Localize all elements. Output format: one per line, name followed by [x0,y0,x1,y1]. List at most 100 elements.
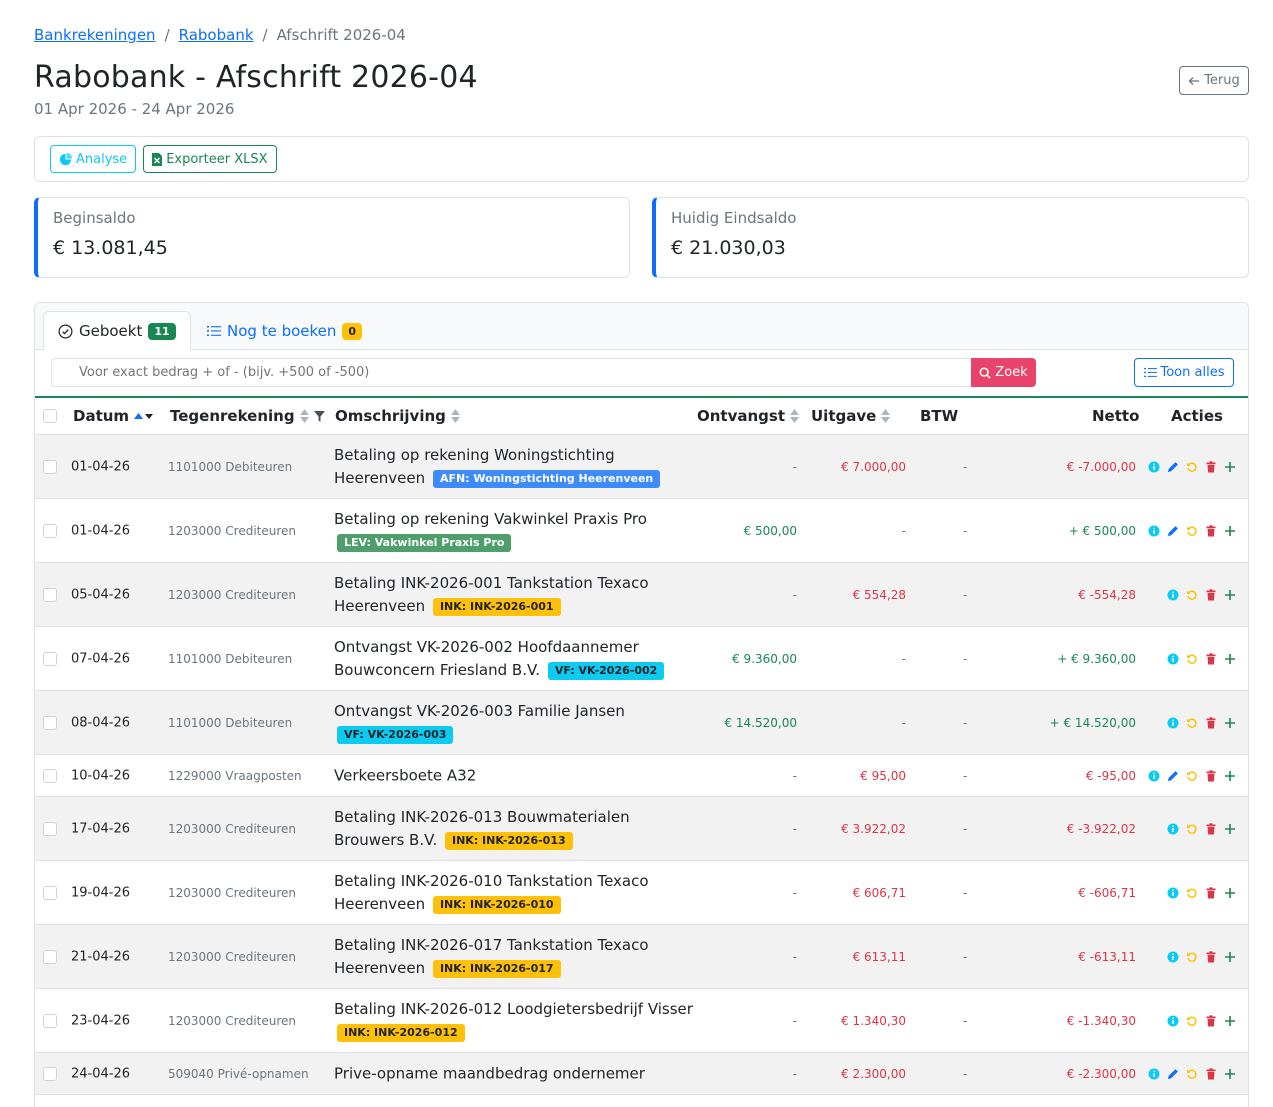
row-checkbox[interactable] [43,821,57,836]
info-icon[interactable] [1167,887,1179,899]
plus-icon[interactable] [1224,525,1236,537]
plus-icon[interactable] [1224,653,1236,665]
row-date: 23-04-26 [71,1013,131,1028]
plus-icon[interactable] [1224,717,1236,729]
row-checkbox[interactable] [43,587,57,602]
amount-search-input[interactable] [51,358,971,387]
export-xlsx-button[interactable]: Exporteer XLSX [143,145,277,173]
undo-icon[interactable] [1186,951,1198,963]
document-link-badge[interactable]: AFN: Woningstichting Heerenveen [432,469,661,488]
undo-icon[interactable] [1186,887,1198,899]
document-link-badge[interactable]: LEV: Vakwinkel Praxis Pro [337,533,512,552]
breadcrumb-link-rabobank[interactable]: Rabobank [179,26,254,44]
trash-icon[interactable] [1205,1067,1217,1080]
info-icon[interactable] [1167,717,1179,729]
info-icon[interactable] [1167,653,1179,665]
plus-icon[interactable] [1224,951,1236,963]
trash-icon[interactable] [1205,460,1217,473]
info-icon[interactable] [1148,770,1160,782]
trash-icon[interactable] [1205,716,1217,729]
table-row: 07-04-26 1101000 Debiteuren Ontvangst VK-2… [35,627,1248,691]
trash-icon[interactable] [1205,769,1217,782]
pencil-icon[interactable] [1167,461,1179,473]
info-icon[interactable] [1148,461,1160,473]
row-account[interactable]: 1203000 Crediteuren [168,524,296,538]
row-account[interactable]: 1203000 Crediteuren [168,886,296,900]
row-account[interactable]: 1203000 Crediteuren [168,950,296,964]
trash-icon[interactable] [1205,1014,1217,1027]
plus-icon[interactable] [1224,770,1236,782]
trash-icon[interactable] [1205,822,1217,835]
info-icon[interactable] [1167,823,1179,835]
trash-icon[interactable] [1205,886,1217,899]
pencil-icon[interactable] [1167,1068,1179,1080]
account-name: Crediteuren [225,821,297,836]
undo-icon[interactable] [1186,589,1198,601]
pencil-icon[interactable] [1167,770,1179,782]
row-account[interactable]: 1229000 Vraagposten [168,769,302,783]
filter-icon[interactable] [313,410,325,422]
info-icon[interactable] [1167,1015,1179,1027]
undo-icon[interactable] [1186,1068,1198,1080]
column-omschrijving[interactable]: Omschrijving [335,407,460,425]
trash-icon[interactable] [1205,588,1217,601]
row-checkbox[interactable] [43,715,57,730]
undo-icon[interactable] [1186,823,1198,835]
trash-icon[interactable] [1205,524,1217,537]
row-checkbox[interactable] [43,949,57,964]
undo-icon[interactable] [1186,525,1198,537]
undo-icon[interactable] [1186,461,1198,473]
column-uitgave[interactable]: Uitgave [811,407,891,425]
breadcrumb-link-bankrekeningen[interactable]: Bankrekeningen [34,26,156,44]
document-link-badge[interactable]: VF: VK-2026-002 [547,661,665,680]
plus-icon[interactable] [1224,589,1236,601]
document-link-badge[interactable]: VF: VK-2026-003 [337,725,454,744]
undo-icon[interactable] [1186,770,1198,782]
document-link-badge[interactable]: INK: INK-2026-001 [432,597,561,616]
row-account[interactable]: 1203000 Crediteuren [168,1014,296,1028]
info-icon[interactable] [1167,589,1179,601]
back-button[interactable]: Terug [1179,66,1249,95]
search-button[interactable]: Zoek [971,358,1036,387]
row-checkbox[interactable] [43,651,57,666]
plus-icon[interactable] [1224,887,1236,899]
row-account[interactable]: 1101000 Debiteuren [168,460,292,474]
trash-icon[interactable] [1205,652,1217,665]
row-account[interactable]: 509040 Privé-opnamen [168,1067,309,1081]
tab-nog-te-boeken[interactable]: Nog te boeken 0 [193,311,376,351]
row-ontvangst: - [792,459,797,474]
row-account[interactable]: 1203000 Crediteuren [168,588,296,602]
undo-icon[interactable] [1186,1015,1198,1027]
plus-icon[interactable] [1224,461,1236,473]
row-account[interactable]: 1101000 Debiteuren [168,716,292,730]
row-checkbox[interactable] [43,885,57,900]
analyse-button[interactable]: Analyse [50,145,137,173]
plus-icon[interactable] [1224,1015,1236,1027]
info-icon[interactable] [1167,951,1179,963]
row-account[interactable]: 1101000 Debiteuren [168,652,292,666]
document-link-badge[interactable]: INK: INK-2026-017 [432,959,561,978]
trash-icon[interactable] [1205,950,1217,963]
show-all-button[interactable]: Toon alles [1134,358,1234,387]
plus-icon[interactable] [1224,1068,1236,1080]
column-tegenrekening[interactable]: Tegenrekening [170,407,325,425]
document-link-badge[interactable]: INK: INK-2026-013 [445,831,573,850]
row-checkbox[interactable] [43,768,57,783]
document-link-badge[interactable]: INK: INK-2026-010 [432,895,561,914]
pencil-icon[interactable] [1167,525,1179,537]
row-checkbox[interactable] [43,459,57,474]
info-icon[interactable] [1148,1068,1160,1080]
select-all-checkbox[interactable] [43,409,57,423]
row-checkbox[interactable] [43,1066,57,1081]
document-link-badge[interactable]: INK: INK-2026-012 [337,1023,465,1042]
info-icon[interactable] [1148,525,1160,537]
undo-icon[interactable] [1186,717,1198,729]
column-ontvangst[interactable]: Ontvangst [697,407,800,425]
plus-icon[interactable] [1224,823,1236,835]
row-account[interactable]: 1203000 Crediteuren [168,822,296,836]
row-checkbox[interactable] [43,1013,57,1028]
row-checkbox[interactable] [43,523,57,538]
tab-geboekt[interactable]: Geboekt 11 [43,311,191,351]
column-datum[interactable]: Datum [73,407,154,425]
undo-icon[interactable] [1186,653,1198,665]
